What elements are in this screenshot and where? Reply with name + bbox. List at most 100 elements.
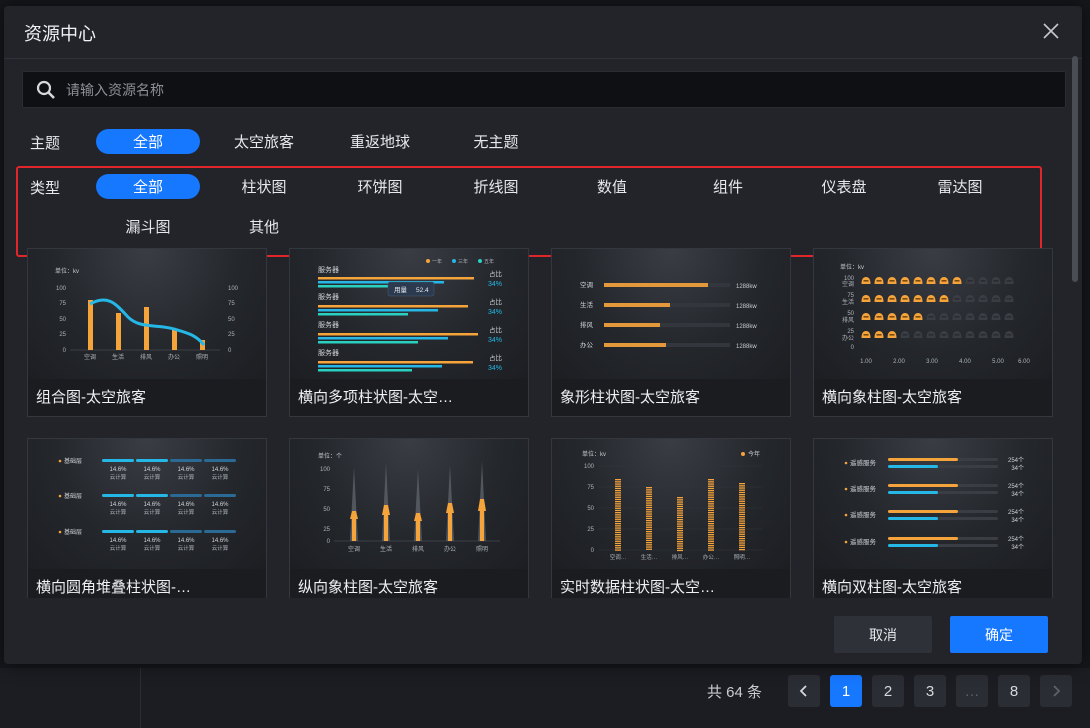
- bar-segment: [677, 510, 683, 512]
- y2-tick: 75: [228, 301, 235, 307]
- bar-segment: [646, 491, 652, 493]
- chevron-left-icon: [799, 685, 807, 697]
- bar-segment: [677, 516, 683, 519]
- pictogram-icon: [861, 277, 871, 284]
- bar-segment: [646, 531, 652, 533]
- bar-segment: [708, 545, 714, 547]
- resource-card[interactable]: 单位：个 100 75 50 25 0 空调 生活 排风 办公 照明 纵向象柱图…: [289, 438, 529, 598]
- bar-segment: [646, 509, 652, 511]
- bar-segment: [677, 532, 683, 534]
- stack-segment: [102, 530, 134, 533]
- legend-item: 一年: [432, 258, 442, 265]
- theme-chip-space-traveler[interactable]: 太空旅客: [212, 129, 316, 154]
- pictogram-icon: [900, 313, 910, 320]
- x-tick: 2.00: [893, 359, 905, 365]
- search-input[interactable]: [66, 81, 966, 98]
- bar-segment: [615, 527, 621, 529]
- bar-segment: [646, 544, 652, 546]
- bar-segment: [615, 507, 621, 509]
- resource-card[interactable]: 遥感服务 遥感服务 遥感服务 遥感服务 254个 34个 254个 34个 25…: [813, 438, 1053, 598]
- bar-segment: [615, 498, 621, 501]
- next-page-button[interactable]: [1040, 675, 1072, 707]
- pictogram-icon: [978, 313, 988, 320]
- bar-segment: [677, 501, 683, 503]
- bar-segment: [708, 503, 714, 505]
- card-thumbnail: 单位：kv 今年 100 75 50 25 0 空调… 生活… 排风… 办公… …: [552, 439, 790, 569]
- bar-segment: [615, 501, 621, 503]
- theme-chip-all[interactable]: 全部: [96, 129, 200, 154]
- bar-segment: [708, 516, 714, 518]
- row-value-1: 254个: [1008, 483, 1024, 490]
- bar-segment: [708, 538, 714, 540]
- row-value-1: 254个: [1008, 536, 1024, 543]
- bar-segment: [646, 487, 652, 489]
- card-thumbnail: 单位：kv 100 75 50 25 0 100 75 50 25 0 空调 生…: [28, 249, 266, 379]
- row-label: 排风: [580, 320, 594, 329]
- y-tick: 0: [63, 348, 67, 354]
- pictograph-thumbnail: 单位：kv 100 空调 75 生活 50 排风 25 办公 0 1.00 2.…: [840, 263, 1030, 365]
- bar: [116, 313, 121, 350]
- resource-card[interactable]: 单位：kv 100 空调 75 生活 50 排风 25 办公 0 1.00 2.…: [813, 248, 1053, 417]
- bar-segment: [677, 508, 683, 510]
- bar-segment: [615, 534, 621, 536]
- bar-segment: [677, 499, 683, 501]
- y-tick: 75: [323, 487, 330, 493]
- bar-segment: [677, 530, 683, 532]
- card-title: 纵向象柱图-太空旅客: [290, 569, 528, 598]
- bar-segment: [739, 549, 745, 551]
- bar-segment: [739, 500, 745, 502]
- bar-segment: [677, 543, 683, 545]
- prev-page-button[interactable]: [788, 675, 820, 707]
- page-button-3[interactable]: 3: [914, 675, 946, 707]
- bar-segment: [739, 527, 745, 529]
- bar-segment: [646, 495, 652, 498]
- confirm-button[interactable]: 确定: [950, 616, 1048, 653]
- bar-segment: [708, 483, 714, 485]
- page-button-1[interactable]: 1: [830, 675, 862, 707]
- resource-card[interactable]: 单位：kv 今年 100 75 50 25 0 空调… 生活… 排风… 办公… …: [551, 438, 791, 598]
- segment-pct: 14.6%: [211, 502, 229, 508]
- bar-segment: [677, 505, 683, 508]
- row-label: 排风: [842, 316, 854, 324]
- bar-segment: [708, 507, 714, 509]
- pictogram-icon: [978, 277, 988, 284]
- theme-chip-no-theme[interactable]: 无主题: [444, 129, 548, 154]
- segment-sub: 云计算: [212, 473, 229, 481]
- pictogram-icon: [991, 331, 1001, 338]
- bar-segment: [646, 498, 652, 500]
- segment-sub: 云计算: [178, 473, 195, 481]
- bar: [88, 300, 93, 350]
- y-tick: 50: [587, 506, 594, 512]
- pictogram-icon: [939, 277, 949, 284]
- dialog-scrollbar[interactable]: [1072, 56, 1078, 282]
- resource-card[interactable]: 单位：kv 100 75 50 25 0 100 75 50 25 0 空调 生…: [27, 248, 267, 417]
- row-label: 空调: [842, 280, 854, 288]
- card-title: 组合图-太空旅客: [28, 379, 266, 416]
- bar-segment: [615, 525, 621, 527]
- close-button[interactable]: [1040, 20, 1062, 42]
- page-button-8[interactable]: 8: [998, 675, 1030, 707]
- row-label: 基础层: [64, 528, 82, 536]
- resource-card[interactable]: 基础层 基础层 基础层 14.6% 云计算 14.6% 云计算 14.6% 云计算 14.6…: [27, 438, 267, 598]
- bar-segment: [708, 534, 714, 536]
- resource-card[interactable]: 一年 三年 五年 服务器 服务器 服务器 服务器 用量 52.4 占比 占比 占…: [289, 248, 529, 417]
- cancel-button[interactable]: 取消: [834, 616, 932, 653]
- bar-segment: [739, 485, 745, 487]
- bar-segment: [739, 513, 745, 516]
- x-tick: 生活: [112, 353, 124, 361]
- pictogram-icon: [965, 277, 975, 284]
- bar-segment: [739, 531, 745, 533]
- pictogram-icon: [887, 295, 897, 302]
- bar-segment: [615, 512, 621, 514]
- page-button-2[interactable]: 2: [872, 675, 904, 707]
- theme-chip-return-earth[interactable]: 重返地球: [328, 129, 432, 154]
- resource-card[interactable]: 空调 生活 排风 办公 1288kw 1288kw 1288kw 1288kw …: [551, 248, 791, 417]
- pictogram-icon: [861, 295, 871, 302]
- row-value-2: 34个: [1011, 465, 1024, 472]
- bar-segment: [708, 505, 714, 507]
- pictogram-icon: [926, 313, 936, 320]
- row-label: 遥感服务: [850, 484, 877, 493]
- bar-segment: [646, 502, 652, 504]
- page-ellipsis[interactable]: …: [956, 675, 988, 707]
- bar-segment: [615, 545, 621, 547]
